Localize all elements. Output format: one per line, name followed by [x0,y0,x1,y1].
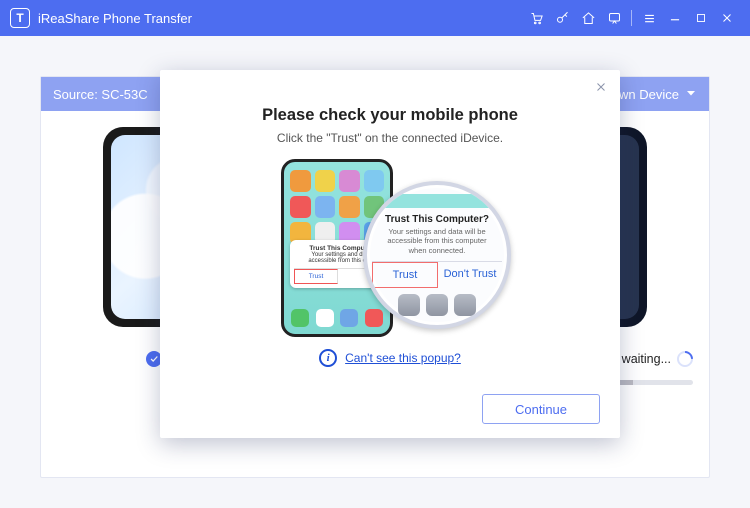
app-logo-letter: T [16,11,23,25]
app-title: iReaShare Phone Transfer [38,11,192,26]
titlebar-separator [631,10,632,26]
modal-illustration: Trust This Compu Your settings and d acc… [275,159,505,339]
key-icon[interactable] [549,0,575,36]
info-icon: i [319,349,337,367]
help-link[interactable]: Can't see this popup? [345,351,461,365]
continue-button-label: Continue [515,402,567,417]
maximize-button[interactable] [688,0,714,36]
modal-heading: Please check your mobile phone [180,106,600,125]
modal-close-button[interactable] [592,78,610,96]
spinner-icon [674,348,697,371]
app-logo: T [10,8,30,28]
close-button[interactable] [714,0,740,36]
magnified-desc: Your settings and data will be accessibl… [367,225,507,261]
magnified-trust-button: Trust [372,262,438,288]
home-icon[interactable] [575,0,601,36]
cart-icon[interactable] [523,0,549,36]
illus-small-trust: Trust [294,269,338,284]
source-device-label: Source: SC-53C [53,87,148,102]
trust-modal: Please check your mobile phone Click the… [160,70,620,438]
continue-button[interactable]: Continue [482,394,600,424]
titlebar: T iReaShare Phone Transfer [0,0,750,36]
modal-subtitle: Click the "Trust" on the connected iDevi… [180,131,600,145]
magnified-dont-trust-button: Don't Trust [438,262,502,288]
help-row: i Can't see this popup? [180,349,600,367]
magnified-title: Trust This Computer? [385,214,489,225]
menu-icon[interactable] [636,0,662,36]
illus-magnifier: Trust This Computer? Your settings and d… [363,181,511,329]
minimize-button[interactable] [662,0,688,36]
feedback-icon[interactable] [601,0,627,36]
chevron-down-icon[interactable] [685,87,697,102]
